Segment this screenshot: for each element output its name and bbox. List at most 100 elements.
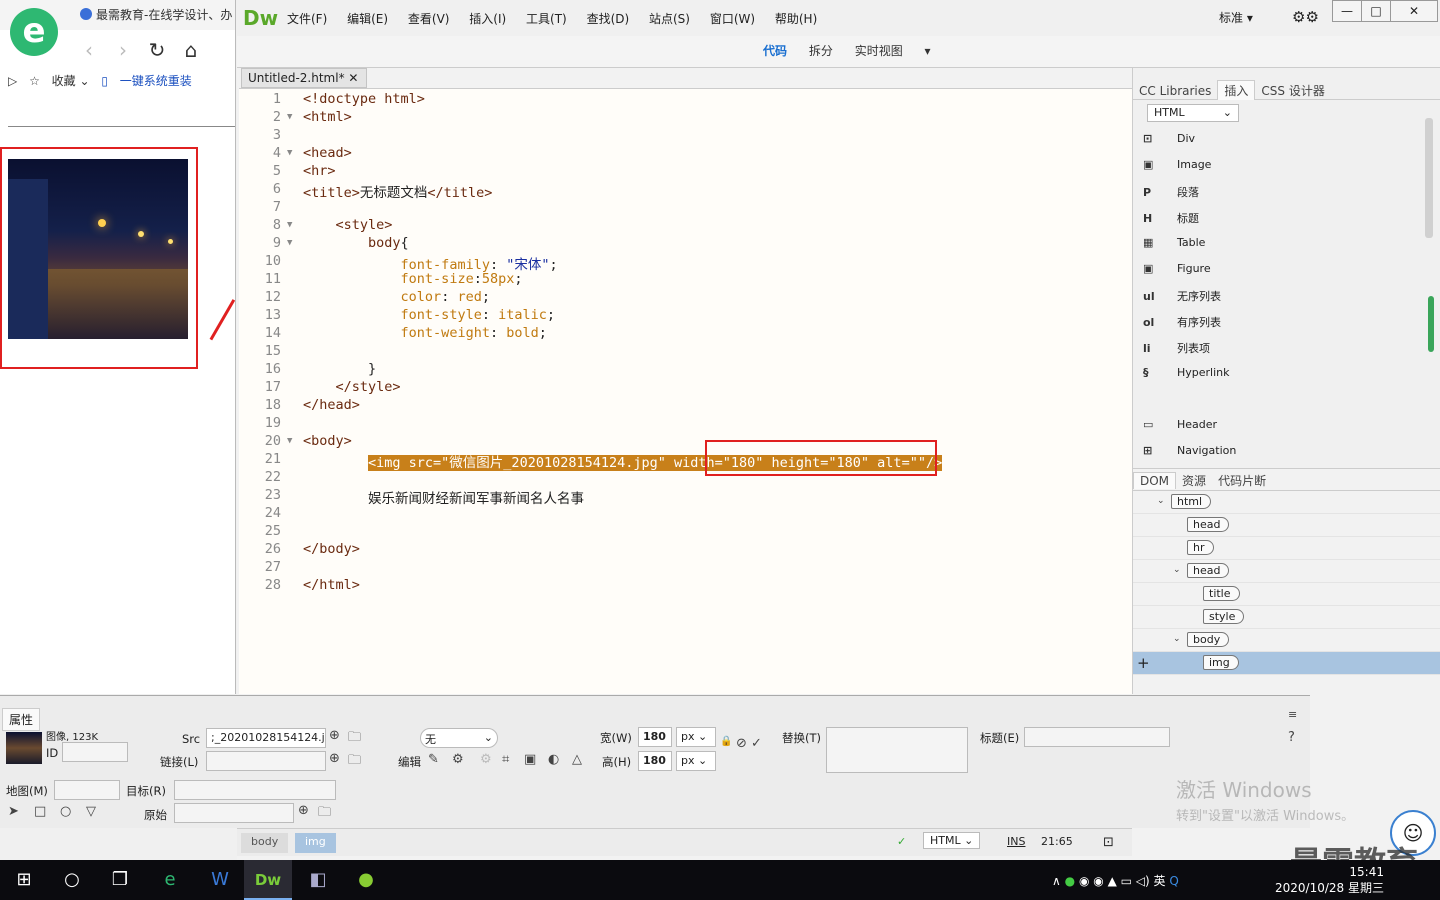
tag-selector-body[interactable]: body <box>241 833 289 853</box>
code-line[interactable]: } <box>303 361 376 377</box>
point-to-file-icon[interactable]: ⊕ <box>329 728 340 743</box>
src-input[interactable]: ;_20201028154124.jpg <box>206 728 326 748</box>
start-icon[interactable]: ⊞ <box>0 860 48 900</box>
resample-icon[interactable]: ▣ <box>524 752 536 767</box>
insert-item-有序列表[interactable]: ol 有序列表 <box>1143 314 1221 330</box>
tab-assets[interactable]: 资源 <box>1176 471 1212 490</box>
task-view-icon[interactable]: ❐ <box>96 860 144 900</box>
reset-size-icon[interactable]: ⊘ <box>736 736 747 751</box>
doctype-select[interactable]: HTML ⌄ <box>923 832 981 849</box>
pointer-hotspot-icon[interactable]: ➤ <box>8 804 19 819</box>
bookmark-link[interactable]: ▯ 一键系统重装 <box>101 74 191 88</box>
window-size-icon[interactable]: ⊡ <box>1103 835 1114 850</box>
wechat-tray-icon[interactable]: ● <box>1065 874 1075 888</box>
help-icon[interactable]: ? <box>1288 730 1295 745</box>
insert-item-header[interactable]: ▭ Header <box>1143 418 1217 431</box>
forward-icon[interactable]: › <box>106 38 140 62</box>
view-split-button[interactable]: 拆分 <box>809 44 833 58</box>
circle-hotspot-icon[interactable]: ○ <box>60 804 71 819</box>
app2-taskbar-icon[interactable]: ● <box>342 860 390 900</box>
add-node-icon[interactable]: + <box>1137 654 1150 672</box>
dom-row[interactable]: hr <box>1133 537 1440 560</box>
maximize-button[interactable]: □ <box>1361 0 1391 22</box>
tray-expand-icon[interactable]: ∧ <box>1052 874 1061 888</box>
sidebar-toggle-icon[interactable]: ▷ <box>8 74 17 88</box>
fold-toggle-icon[interactable]: ▼ <box>287 148 292 158</box>
dom-row[interactable]: ⌄ head <box>1133 560 1440 583</box>
menu-view[interactable]: 查看(V) <box>408 12 450 26</box>
menu-tools[interactable]: 工具(T) <box>526 12 567 26</box>
fold-toggle-icon[interactable]: ▼ <box>287 220 292 230</box>
code-line[interactable]: <body> <box>303 433 352 449</box>
code-line[interactable]: </head> <box>303 397 360 413</box>
clock[interactable]: 15:41 2020/10/28 星期三 <box>1270 864 1384 896</box>
menu-file[interactable]: 文件(F) <box>287 12 327 26</box>
code-line[interactable]: <head> <box>303 145 352 161</box>
code-line[interactable]: </style> <box>303 379 401 395</box>
qq-app-tray-icon[interactable]: Q <box>1169 874 1178 888</box>
insert-item-hyperlink[interactable]: § Hyperlink <box>1143 366 1230 379</box>
point-to-file-icon-2[interactable]: ⊕ <box>329 751 340 766</box>
code-line[interactable]: <hr> <box>303 163 336 179</box>
search-icon[interactable]: ○ <box>48 860 96 900</box>
code-line[interactable]: font-family: "宋体"; <box>303 253 558 273</box>
code-line[interactable]: body{ <box>303 235 409 251</box>
commit-size-icon[interactable]: ✓ <box>751 736 762 751</box>
code-line[interactable]: font-size:58px; <box>303 271 523 287</box>
view-dropdown-icon[interactable]: ▾ <box>925 44 931 58</box>
dom-node-title[interactable]: title <box>1203 586 1240 601</box>
target-select[interactable] <box>174 780 336 800</box>
insert-item-列表项[interactable]: li 列表项 <box>1143 340 1210 356</box>
browser-logo-icon[interactable]: e <box>10 8 58 56</box>
close-tab-icon[interactable]: ✕ <box>348 71 358 85</box>
dom-row[interactable]: style <box>1133 606 1440 629</box>
dom-row[interactable]: head <box>1133 514 1440 537</box>
menu-help[interactable]: 帮助(H) <box>775 12 817 26</box>
code-line[interactable]: 娱乐新闻财经新闻军事新闻名人名事 <box>303 487 584 507</box>
panel-menu-icon[interactable]: ≡ <box>1288 708 1297 721</box>
dom-row[interactable]: ⌄ body <box>1133 629 1440 652</box>
fold-toggle-icon[interactable]: ▼ <box>287 436 292 446</box>
back-icon[interactable]: ‹ <box>72 38 106 62</box>
menu-window[interactable]: 窗口(W) <box>710 12 755 26</box>
dom-node-html[interactable]: html <box>1171 494 1212 509</box>
menu-site[interactable]: 站点(S) <box>649 12 690 26</box>
panel-scroll-thumb[interactable] <box>1428 296 1434 352</box>
menu-insert[interactable]: 插入(I) <box>469 12 506 26</box>
dom-row[interactable]: title <box>1133 583 1440 606</box>
home-icon[interactable]: ⌂ <box>174 38 208 62</box>
code-line[interactable]: font-weight: bold; <box>303 325 547 341</box>
folder-icon-3[interactable]: 🗀 <box>318 803 331 825</box>
original-input[interactable] <box>174 803 294 823</box>
dom-node-body[interactable]: body <box>1187 632 1230 647</box>
wps-taskbar-icon[interactable]: W <box>196 860 244 900</box>
fold-toggle-icon[interactable]: ▼ <box>287 112 292 122</box>
minimize-button[interactable]: — <box>1332 0 1362 22</box>
insert-item-无序列表[interactable]: ul 无序列表 <box>1143 288 1221 304</box>
brightness-icon[interactable]: ◐ <box>548 752 559 767</box>
ime-indicator[interactable]: 英 <box>1154 874 1166 888</box>
code-line[interactable]: font-style: italic; <box>303 307 555 323</box>
insert-item-navigation[interactable]: ⊞ Navigation <box>1143 444 1236 457</box>
tab-css-designer[interactable]: CSS 设计器 <box>1255 81 1330 100</box>
panel-scrollbar[interactable] <box>1425 118 1433 238</box>
dom-node-img[interactable]: img <box>1203 655 1239 670</box>
code-line[interactable]: <style> <box>303 217 393 233</box>
insert-item-image[interactable]: ▣ Image <box>1143 158 1211 171</box>
title-input[interactable] <box>1024 727 1170 747</box>
edit-pencil-icon[interactable]: ✎ <box>428 752 439 767</box>
height-unit-select[interactable]: px ⌄ <box>676 751 716 771</box>
width-unit-select[interactable]: px ⌄ <box>676 727 716 747</box>
alt-textarea[interactable] <box>826 727 968 773</box>
insert-category-select[interactable]: HTML ⌄ <box>1147 104 1239 122</box>
code-line[interactable]: </html> <box>303 577 360 593</box>
view-live-button[interactable]: 实时视图 <box>855 44 903 58</box>
insert-item-figure[interactable]: ▣ Figure <box>1143 262 1211 275</box>
tag-selector-img[interactable]: img <box>295 833 336 853</box>
id-input[interactable] <box>62 742 128 762</box>
edit-settings-icon[interactable]: ⚙ <box>452 752 464 767</box>
dom-node-head-2[interactable]: head <box>1187 563 1230 578</box>
code-line[interactable]: color: red; <box>303 289 490 305</box>
menu-find[interactable]: 查找(D) <box>587 12 630 26</box>
view-code-button[interactable]: 代码 <box>763 44 787 58</box>
